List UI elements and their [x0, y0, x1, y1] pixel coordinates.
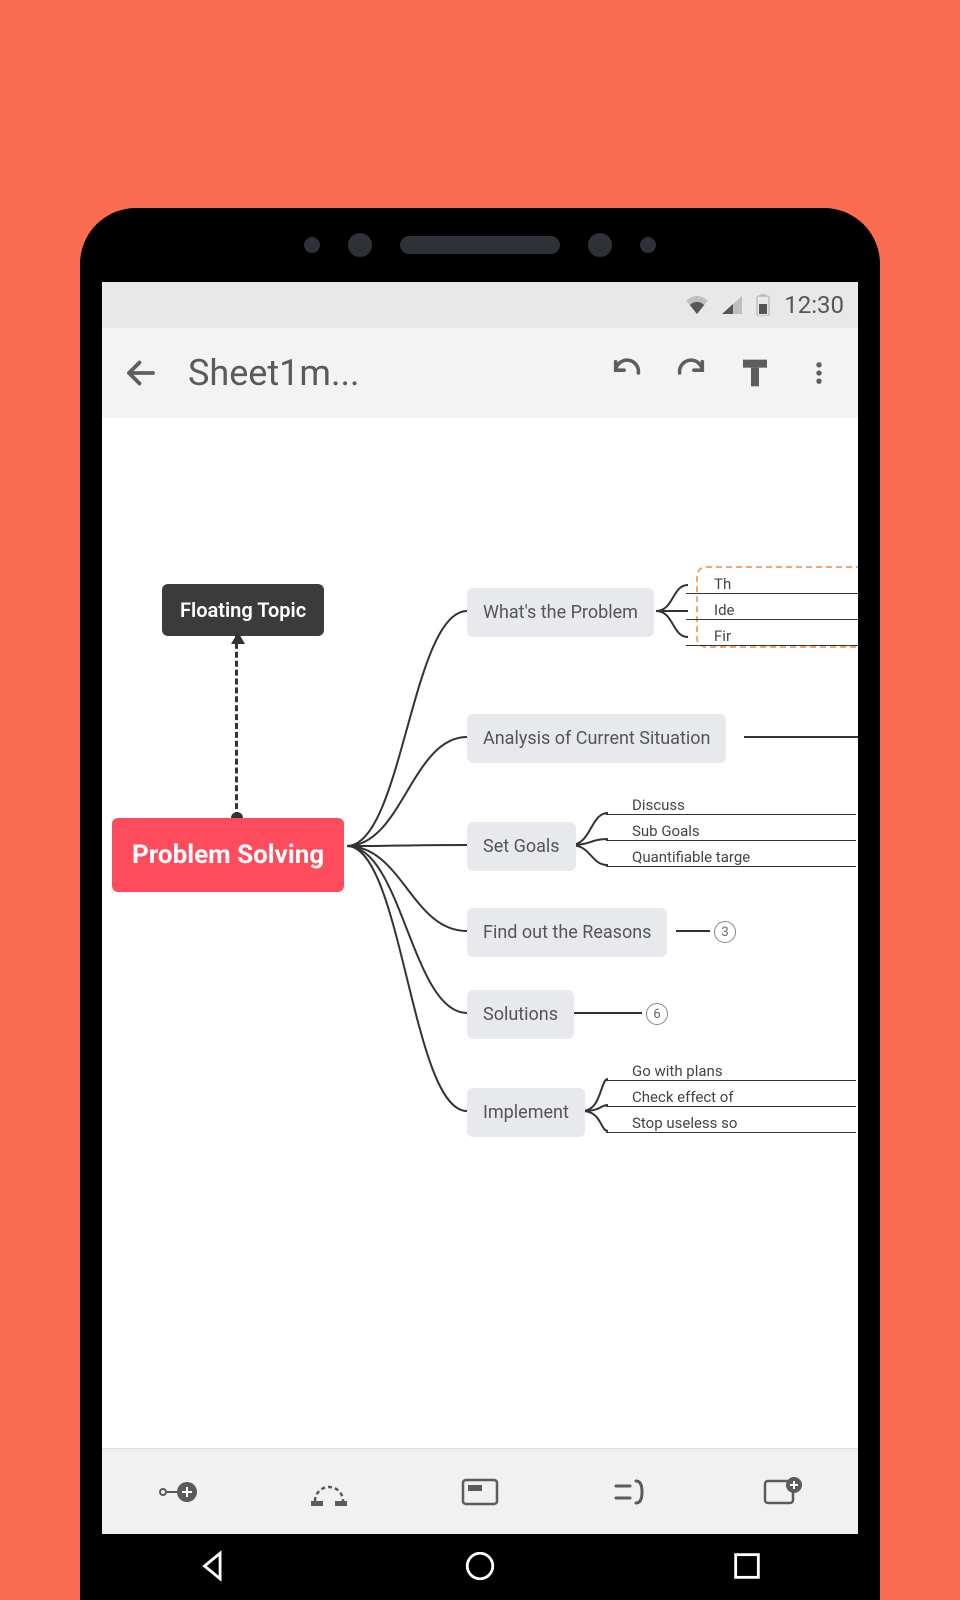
collapsed-count-badge[interactable]: 6	[646, 1003, 668, 1025]
subtopic[interactable]: Stop useless so	[632, 1114, 737, 1132]
subtopic[interactable]: Discuss	[632, 796, 685, 814]
undo-button[interactable]	[598, 344, 656, 402]
add-summary-button[interactable]	[601, 1462, 661, 1522]
subtopic[interactable]: Th	[714, 575, 731, 593]
node-analysis[interactable]: Analysis of Current Situation	[467, 714, 726, 763]
more-button[interactable]	[790, 344, 848, 402]
subtopic[interactable]: Ide	[714, 601, 735, 619]
add-boundary-button[interactable]	[450, 1462, 510, 1522]
node-implement[interactable]: Implement	[467, 1088, 585, 1137]
format-button[interactable]	[726, 344, 784, 402]
status-time: 12:30	[784, 291, 844, 319]
redo-button[interactable]	[662, 344, 720, 402]
status-bar: 12:30	[102, 282, 858, 328]
floating-topic-node[interactable]: Floating Topic	[162, 584, 324, 636]
node-set-goals[interactable]: Set Goals	[467, 822, 576, 871]
nav-recent-button[interactable]	[730, 1549, 764, 1587]
phone-notch	[80, 208, 880, 282]
app-bar: Sheet1m...	[102, 328, 858, 418]
battery-icon	[756, 294, 770, 316]
back-button[interactable]	[112, 344, 170, 402]
subtopic[interactable]: Sub Goals	[632, 822, 700, 840]
android-nav-bar	[80, 1534, 880, 1600]
document-title[interactable]: Sheet1m...	[188, 352, 359, 394]
relationship-line[interactable]	[235, 634, 238, 818]
add-subtopic-button[interactable]	[148, 1462, 208, 1522]
cellular-icon	[722, 296, 742, 314]
wifi-icon	[686, 296, 708, 314]
mindmap-canvas[interactable]: Floating Topic Problem Solving What's th…	[102, 418, 858, 1448]
nav-back-button[interactable]	[196, 1549, 230, 1587]
node-whats-problem[interactable]: What's the Problem	[467, 588, 654, 637]
subtopic[interactable]: Fir	[714, 627, 731, 645]
node-reasons[interactable]: Find out the Reasons	[467, 908, 667, 957]
bottom-toolbar	[102, 1448, 858, 1534]
device-screen: 12:30 Sheet1m...	[102, 282, 858, 1534]
collapsed-count-badge[interactable]: 3	[714, 921, 736, 943]
subtopic[interactable]: Quantifiable targe	[632, 848, 750, 866]
add-relationship-button[interactable]	[299, 1462, 359, 1522]
nav-home-button[interactable]	[463, 1549, 497, 1587]
phone-frame: 12:30 Sheet1m...	[80, 208, 880, 1600]
add-sheet-button[interactable]	[752, 1462, 812, 1522]
subtopic[interactable]: Check effect of	[632, 1088, 734, 1106]
subtopic[interactable]: Go with plans	[632, 1062, 723, 1080]
central-topic-node[interactable]: Problem Solving	[112, 818, 344, 892]
node-solutions[interactable]: Solutions	[467, 990, 574, 1039]
